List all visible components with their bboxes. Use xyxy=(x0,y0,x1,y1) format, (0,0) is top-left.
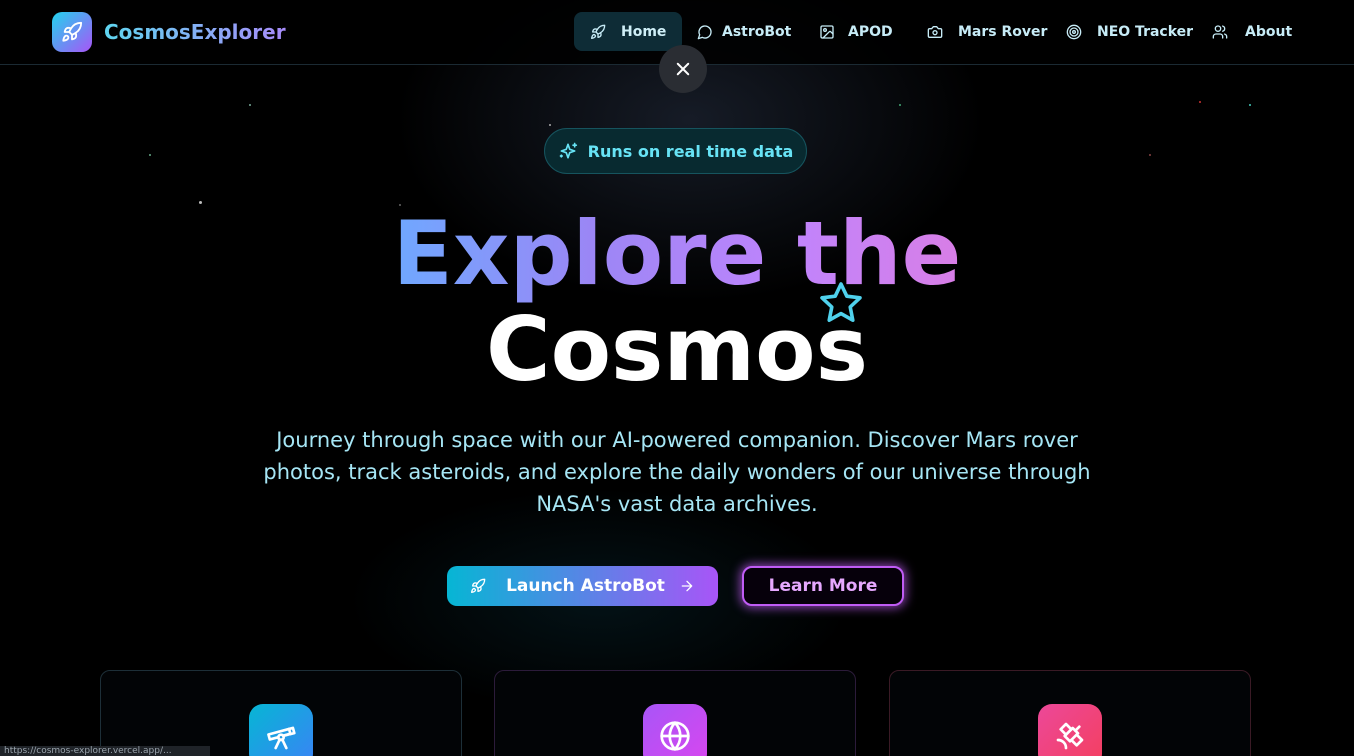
globe-icon xyxy=(660,721,690,751)
users-icon xyxy=(1212,24,1228,39)
feature-card-telescope[interactable] xyxy=(100,670,462,756)
sparkles-icon xyxy=(559,142,577,159)
star-dot xyxy=(1199,101,1201,103)
chat-bubble-icon xyxy=(697,24,712,39)
learn-more-button[interactable]: Learn More xyxy=(742,566,904,606)
satellite-icon xyxy=(1056,722,1084,750)
hero-title-gradient-text: Explore the xyxy=(392,202,962,305)
browser-status-url: https://cosmos-explorer.vercel.app/... xyxy=(0,746,210,756)
launch-astrobot-button[interactable]: Launch AstroBot xyxy=(447,566,718,606)
close-icon xyxy=(676,62,690,76)
nav-item-label: Home xyxy=(621,23,667,40)
nav-item-mars-rover[interactable]: Mars Rover xyxy=(911,12,1063,51)
close-button[interactable] xyxy=(659,45,707,93)
star-dot xyxy=(899,104,901,106)
feature-icon-box xyxy=(643,704,707,756)
hero-description: Journey through space with our AI-powere… xyxy=(263,428,1091,516)
rocket-icon xyxy=(591,24,606,39)
nav-item-label: APOD xyxy=(848,23,893,40)
nav-item-neo-tracker[interactable]: NEO Tracker xyxy=(1050,12,1209,51)
launch-astrobot-label: Launch AstroBot xyxy=(506,576,665,596)
camera-icon xyxy=(927,25,943,38)
hero-title-line1: Explore the xyxy=(0,202,1354,306)
star-dot xyxy=(549,124,551,126)
nav-item-label: AstroBot xyxy=(722,23,792,40)
star-outline-icon xyxy=(820,282,862,322)
nav-item-astrobot[interactable]: AstroBot xyxy=(681,12,807,51)
target-icon xyxy=(1066,24,1082,39)
feature-card-satellite[interactable] xyxy=(889,670,1251,756)
rocket-icon xyxy=(471,578,486,593)
nav-item-about[interactable]: About xyxy=(1196,12,1308,51)
badge-label: Runs on real time data xyxy=(587,141,794,161)
feature-card-globe[interactable] xyxy=(494,670,856,756)
star-dot xyxy=(1249,104,1251,106)
nav-item-label: Mars Rover xyxy=(958,23,1048,40)
nav-item-apod[interactable]: APOD xyxy=(803,12,909,51)
nav-item-label: About xyxy=(1245,23,1293,40)
star-dot xyxy=(1149,154,1151,156)
nav-item-label: NEO Tracker xyxy=(1097,23,1194,40)
arrow-right-icon xyxy=(681,580,693,592)
telescope-icon xyxy=(267,726,296,750)
image-icon xyxy=(820,24,834,39)
logo[interactable] xyxy=(52,12,92,52)
feature-icon-box xyxy=(249,704,313,756)
rocket-icon xyxy=(62,21,83,42)
nav-item-home[interactable]: Home xyxy=(574,12,683,51)
realtime-badge: Runs on real time data xyxy=(544,128,807,174)
star-dot xyxy=(149,154,151,156)
feature-icon-box xyxy=(1038,704,1102,756)
app-name[interactable]: CosmosExplorer xyxy=(104,20,286,44)
star-dot xyxy=(249,104,251,106)
hero-title-line2: Cosmos xyxy=(486,298,868,401)
